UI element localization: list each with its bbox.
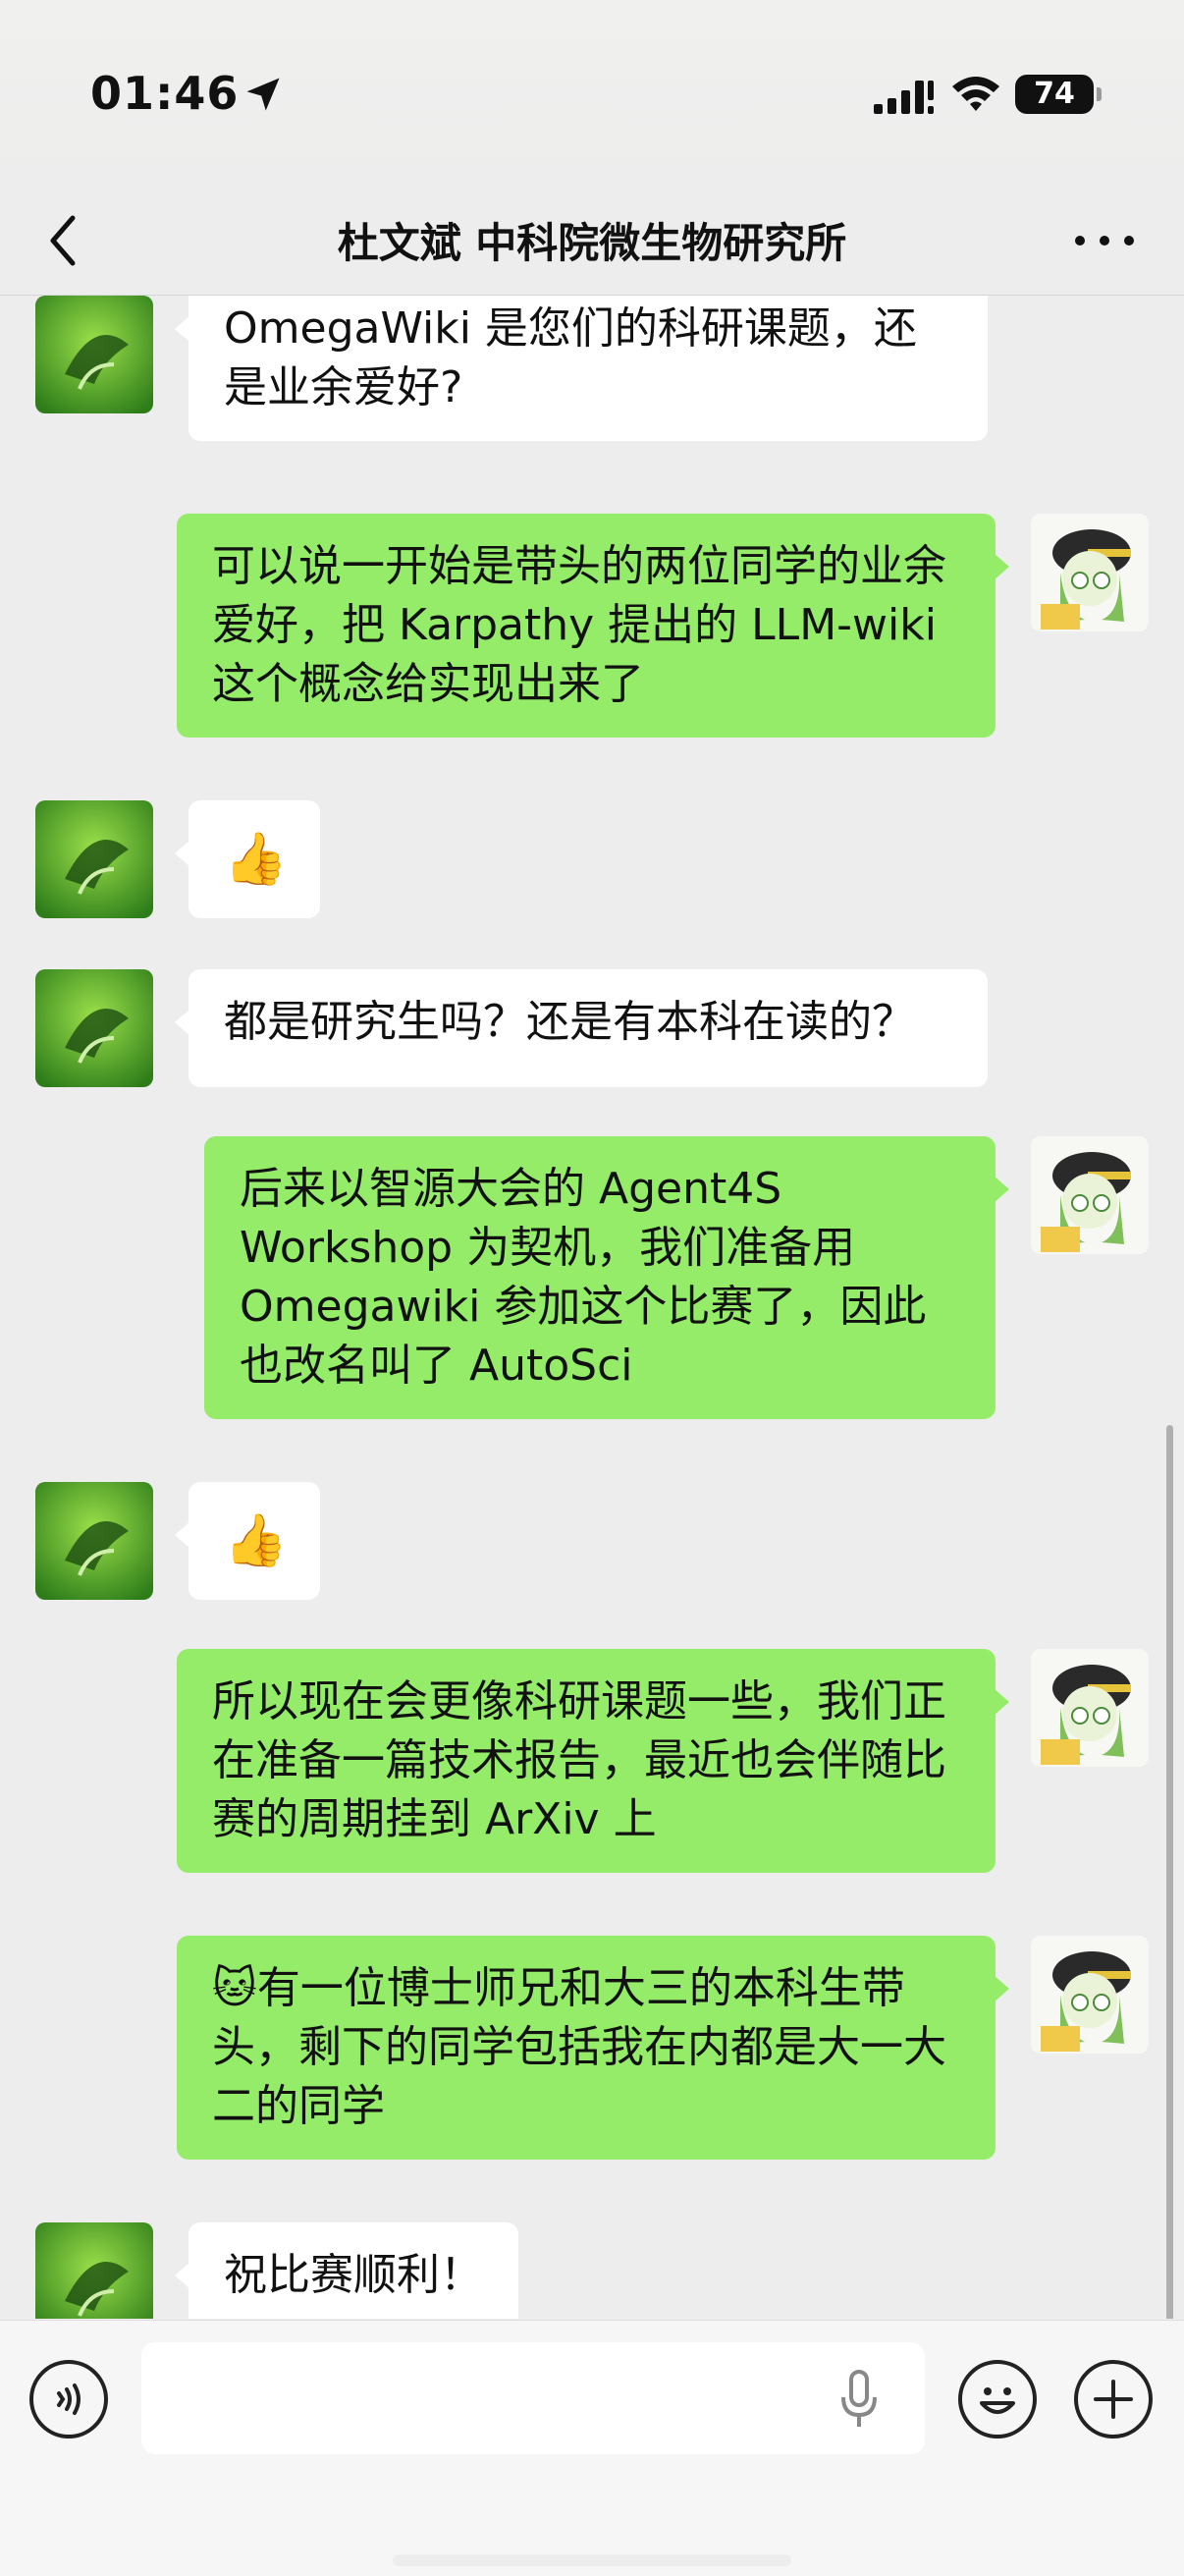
message-bubble-incoming[interactable]: 👍 (175, 800, 320, 918)
message-bubble-incoming[interactable]: 祝比赛顺利！ (175, 2222, 518, 2319)
more-dots-icon[interactable] (1070, 226, 1139, 255)
message-bubble-outgoing[interactable]: 所以现在会更像科研课题一些，我们正在准备一篇技术报告，最近也会伴随比赛的周期挂到… (177, 1649, 1009, 1873)
status-bar: 01:46 74 (0, 0, 1184, 187)
contact-avatar[interactable] (35, 2222, 153, 2319)
chat-header: 杜文斌 中科院微生物研究所 (0, 187, 1184, 296)
message-bubble-incoming[interactable]: OmegaWiki 是您们的科研课题，还是业余爱好? (175, 296, 988, 441)
scrollbar[interactable] (1166, 1425, 1173, 2319)
input-bar (0, 2320, 1184, 2576)
microphone-icon[interactable] (834, 2368, 884, 2431)
message-bubble-outgoing[interactable]: 后来以智源大会的 Agent4S Workshop 为契机，我们准备用 Omeg… (204, 1136, 1009, 1419)
contact-avatar[interactable] (35, 296, 153, 413)
my-avatar[interactable] (1031, 1136, 1149, 1254)
cellular-signal-icon (874, 81, 934, 114)
emoji-icon[interactable] (958, 2360, 1037, 2439)
message-bubble-outgoing[interactable]: 可以说一开始是带头的两位同学的业余爱好，把 Karpathy 提出的 LLM-w… (177, 514, 1009, 738)
battery-indicator: 74 (1015, 75, 1102, 114)
message-bubble-outgoing[interactable]: 🐱有一位博士师兄和大三的本科生带头，剩下的同学包括我在内都是大一大二的同学 (177, 1936, 1009, 2160)
chat-title: 杜文斌 中科院微生物研究所 (337, 219, 847, 267)
location-arrow-icon (246, 78, 280, 111)
message-list[interactable]: OmegaWiki 是您们的科研课题，还是业余爱好? 可以说一开始是带头的两位同… (0, 296, 1184, 2319)
message-bubble-incoming[interactable]: 都是研究生吗？还是有本科在读的？ (175, 969, 988, 1087)
voice-icon[interactable] (29, 2360, 108, 2439)
my-avatar[interactable] (1031, 514, 1149, 631)
plus-icon[interactable] (1074, 2360, 1153, 2439)
home-indicator (393, 2554, 791, 2566)
my-avatar[interactable] (1031, 1936, 1149, 2054)
my-avatar[interactable] (1031, 1649, 1149, 1767)
contact-avatar[interactable] (35, 800, 153, 918)
contact-avatar[interactable] (35, 1482, 153, 1600)
message-input[interactable] (141, 2342, 925, 2454)
contact-avatar[interactable] (35, 969, 153, 1087)
message-bubble-incoming[interactable]: 👍 (175, 1482, 320, 1600)
wifi-icon (952, 77, 999, 111)
status-time: 01:46 (90, 67, 240, 120)
